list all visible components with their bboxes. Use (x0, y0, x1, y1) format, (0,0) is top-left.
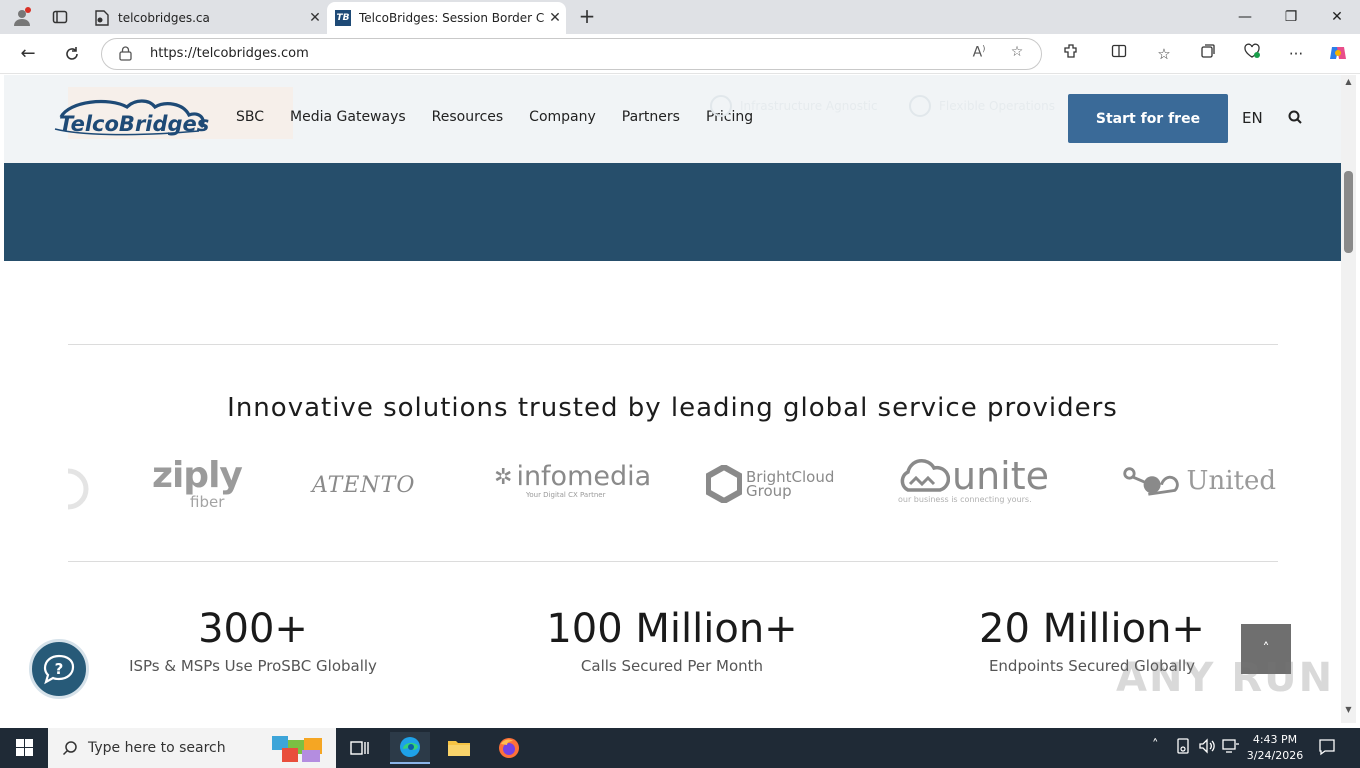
favorite-star-icon[interactable]: ☆ (1006, 44, 1028, 64)
help-chat-button[interactable]: ? (29, 639, 89, 699)
brightcloud-group-logo: BrightCloud Group (706, 465, 834, 503)
menu-item-sbc[interactable]: SBC (236, 109, 264, 125)
telcobridges-favicon-icon: TB (335, 10, 351, 26)
united-network-icon (1123, 467, 1179, 496)
check-circle-icon (909, 95, 931, 117)
copilot-icon[interactable] (1326, 43, 1350, 65)
file-explorer-icon[interactable] (439, 732, 479, 764)
stat-value: 20 Million+ (979, 606, 1205, 652)
svg-text:?: ? (55, 660, 64, 678)
divider (68, 561, 1278, 562)
taskbar-clock[interactable]: 4:43 PM 3/24/2026 (1246, 732, 1304, 764)
collections-icon[interactable] (1196, 43, 1220, 65)
watermark: ANY RUN (1116, 655, 1335, 701)
page-scrollbar[interactable]: ▲ ▼ (1341, 75, 1356, 723)
tab-title: TelcoBridges: Session Border Cont (359, 11, 544, 25)
unite-logo: unite our business is connecting yours. (898, 454, 1050, 504)
svg-text:TelcoBridges: TelcoBridges (59, 112, 209, 136)
workspaces-icon[interactable] (48, 6, 72, 28)
url-text[interactable]: https://telcobridges.com (150, 46, 309, 61)
volume-icon[interactable] (1198, 738, 1216, 758)
stat-isps: 300+ ISPs & MSPs Use ProSBC Globally (43, 605, 463, 675)
menu-item-media-gateways[interactable]: Media Gateways (290, 109, 406, 125)
search-placeholder: Type here to search (88, 740, 226, 756)
more-options-icon[interactable]: ··· (1284, 43, 1308, 65)
tab-title: telcobridges.ca (118, 11, 210, 25)
split-screen-icon[interactable] (1107, 43, 1131, 65)
trust-heading: Innovative solutions trusted by leading … (227, 393, 1118, 423)
menu-item-partners[interactable]: Partners (622, 109, 680, 125)
notifications-icon[interactable] (1318, 738, 1338, 758)
partner-logo-carousel: ziply fiber ATENTO ✲ infomedia Your Digi… (60, 455, 1280, 525)
extensions-icon[interactable] (1059, 43, 1083, 65)
edge-browser-icon[interactable] (390, 732, 430, 764)
scroll-down-arrow-icon[interactable]: ▼ (1341, 705, 1356, 719)
tab-telcobridges-active[interactable]: TB TelcoBridges: Session Border Cont ✕ (327, 2, 566, 34)
firefox-icon[interactable] (489, 732, 529, 764)
site-header: TelcoBridges SBC Media Gateways Resource… (4, 75, 1341, 163)
search-highlight-puzzle-icon[interactable] (268, 732, 328, 764)
back-arrow-icon[interactable]: ← (15, 42, 41, 66)
chat-question-icon: ? (43, 654, 75, 685)
windows-taskbar: Type here to search ˄ 4:43 PM 3/24/2026 (0, 728, 1360, 768)
address-toolbar: ← https://telcobridges.com A) ☆ ☆ ··· (0, 34, 1360, 74)
stat-label: Calls Secured Per Month (580, 657, 764, 675)
minimize-icon[interactable]: — (1222, 4, 1268, 30)
tab-close-icon[interactable]: ✕ (544, 10, 566, 26)
scrollbar-thumb[interactable] (1344, 171, 1353, 253)
ziply-fiber-logo: ziply fiber (152, 455, 243, 511)
stat-calls: 100 Million+ Calls Secured Per Month (462, 605, 882, 675)
atento-logo: ATENTO (312, 473, 416, 498)
page-favicon-icon (94, 10, 110, 26)
menu-item-resources[interactable]: Resources (432, 109, 504, 125)
main-menu: SBC Media Gateways Resources Company Par… (236, 109, 779, 125)
stat-value: 300+ (198, 606, 308, 652)
united-logo-partial: United (1120, 463, 1276, 499)
partial-logo-circle-icon (67, 468, 89, 510)
network-icon[interactable] (1222, 738, 1240, 758)
browser-tab-bar: telcobridges.ca ✕ TB TelcoBridges: Sessi… (0, 0, 1360, 34)
check-circle-icon (710, 95, 732, 117)
refresh-icon[interactable] (59, 42, 85, 66)
read-aloud-icon[interactable]: A) (968, 44, 990, 64)
ghost-feature-infrastructure: Infrastructure Agnostic (710, 95, 878, 117)
favorites-icon[interactable]: ☆ (1152, 43, 1176, 65)
scroll-up-arrow-icon[interactable]: ▲ (1341, 77, 1356, 91)
stat-label: ISPs & MSPs Use ProSBC Globally (129, 657, 377, 675)
profile-icon[interactable] (10, 6, 34, 28)
brightcloud-hex-icon (706, 465, 742, 503)
web-page: TelcoBridges SBC Media Gateways Resource… (4, 75, 1341, 723)
hero-band (4, 163, 1341, 261)
tab-telcobridges-ca[interactable]: telcobridges.ca ✕ (86, 2, 326, 34)
search-icon (62, 740, 78, 756)
search-icon[interactable] (1287, 109, 1305, 127)
unite-cloud-icon (900, 459, 950, 492)
menu-item-company[interactable]: Company (529, 109, 596, 125)
restore-icon[interactable]: ❐ (1268, 4, 1314, 30)
tray-device-icon[interactable] (1176, 738, 1190, 758)
divider (68, 344, 1278, 345)
site-info-lock-icon[interactable] (119, 46, 133, 62)
language-selector[interactable]: EN (1242, 109, 1263, 127)
telcobridges-logo[interactable]: TelcoBridges (49, 95, 209, 141)
url-bar[interactable]: https://telcobridges.com A) ☆ (101, 38, 1042, 70)
stat-value: 100 Million+ (546, 606, 798, 652)
browser-essentials-icon[interactable] (1240, 43, 1264, 65)
ghost-feature-flexible: Flexible Operations (909, 95, 1055, 117)
clock-date: 3/24/2026 (1246, 749, 1304, 762)
new-tab-plus-icon[interactable]: + (576, 6, 598, 28)
task-view-icon[interactable] (340, 732, 380, 764)
tray-overflow-chevron-icon[interactable]: ˄ (1152, 738, 1159, 753)
close-window-icon[interactable]: ✕ (1314, 4, 1360, 30)
infomedia-logo: ✲ infomedia Your Digital CX Partner (494, 461, 652, 500)
start-for-free-button[interactable]: Start for free (1068, 94, 1228, 143)
clock-time: 4:43 PM (1252, 733, 1298, 746)
windows-start-icon[interactable] (8, 738, 40, 758)
tab-close-icon[interactable]: ✕ (304, 10, 326, 26)
infomedia-burst-icon: ✲ (494, 464, 513, 490)
